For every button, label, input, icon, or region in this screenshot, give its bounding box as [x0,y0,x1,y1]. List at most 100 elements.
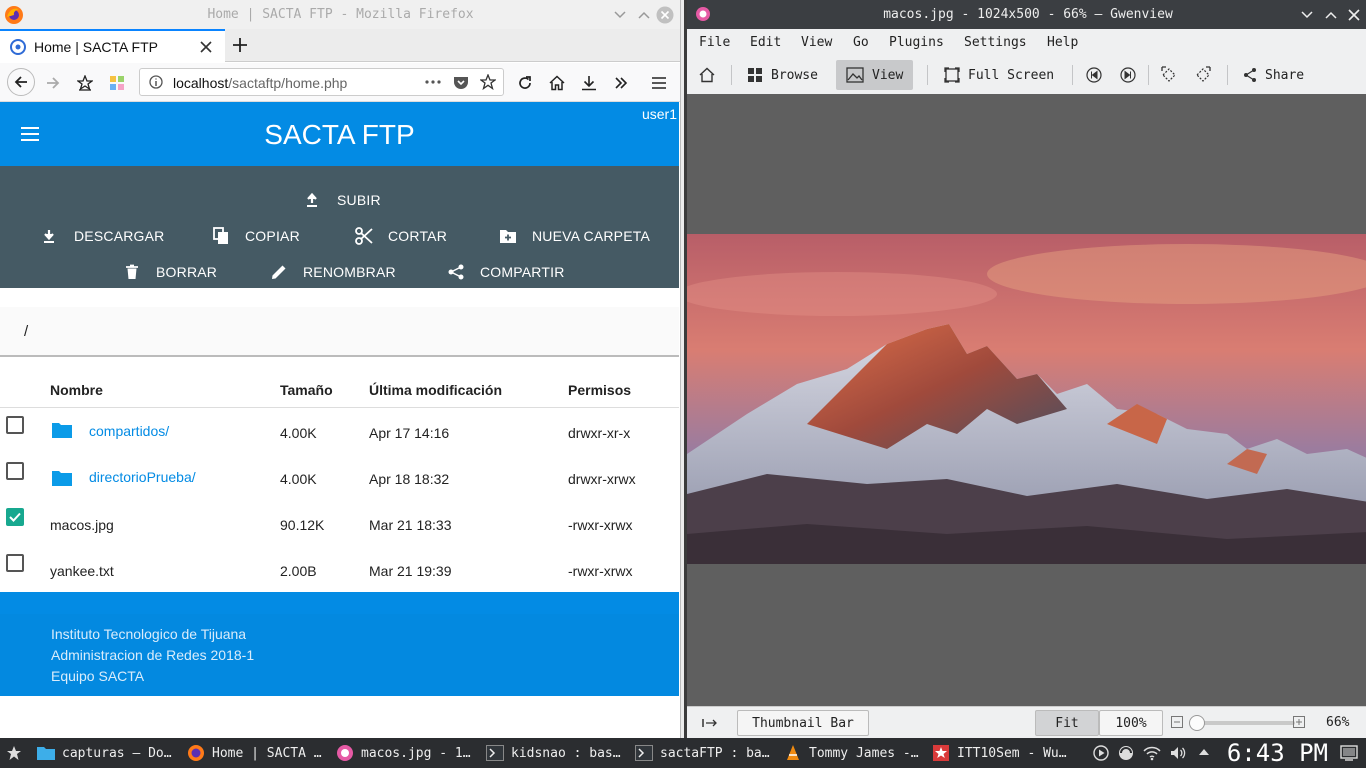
close-button[interactable] [655,5,675,25]
copy-button[interactable]: COPIAR [213,224,300,248]
toggle-sidebar-button[interactable] [690,710,730,736]
zoom-fit-button[interactable]: Fit [1035,710,1099,736]
menu-edit[interactable]: Edit [750,35,781,50]
show-desktop-icon[interactable] [1340,744,1358,762]
bookmarks-icon[interactable] [73,71,97,95]
clock[interactable]: 6:43 PM [1227,738,1328,768]
table-row[interactable]: directorioPrueba/ 4.00K Apr 18 18:32 drw… [0,455,679,501]
table-row[interactable]: yankee.txt 2.00B Mar 21 19:39 -rwxr-xrwx [0,547,679,593]
full-screen-button[interactable]: Full Screen [944,60,1054,90]
pocket-icon[interactable] [453,74,469,90]
bookmark-star-icon[interactable] [480,74,496,90]
task-terminal-2[interactable]: sactaFTP : ba… [634,740,778,766]
forward-icon[interactable] [41,71,65,95]
app-launcher-icon[interactable] [6,745,22,761]
row-checkbox[interactable] [6,508,24,526]
column-header-permissions[interactable]: Permisos [568,382,631,398]
zoom-in-icon[interactable] [1293,716,1305,728]
rotate-right-button[interactable] [1194,60,1212,90]
minimize-button[interactable] [1297,5,1317,25]
table-row[interactable]: compartidos/ 4.00K Apr 17 14:16 drwxr-xr… [0,409,679,455]
extension-icon[interactable] [105,71,129,95]
file-name-link[interactable]: directorioPrueba/ [89,469,196,485]
full-screen-label: Full Screen [968,67,1055,83]
file-name-link[interactable]: compartidos/ [89,423,169,439]
image-icon [846,67,864,83]
zoom-slider-handle[interactable] [1189,715,1205,731]
view-button[interactable]: View [836,60,914,90]
share-button[interactable]: COMPARTIR [448,260,565,284]
media-player-icon[interactable] [1093,745,1109,761]
image-viewport[interactable] [687,94,1366,706]
browse-button[interactable]: Browse [747,60,818,90]
task-wunderlist[interactable]: ITT10Sem - Wu… [931,740,1075,766]
column-header-modified[interactable]: Última modificación [369,382,502,398]
share-button[interactable]: Share [1243,60,1304,90]
user-label[interactable]: user1 [642,106,677,122]
menu-file[interactable]: File [699,35,730,50]
column-header-size[interactable]: Tamaño [280,382,333,398]
folder-icon [51,421,73,439]
thumbnail-bar-button[interactable]: Thumbnail Bar [737,710,869,736]
file-name[interactable]: yankee.txt [50,563,114,579]
task-firefox[interactable]: Home | SACTA … [186,740,330,766]
home-button[interactable] [699,60,715,90]
reload-icon[interactable] [513,71,537,95]
downloads-icon[interactable] [577,71,601,95]
rotate-left-button[interactable] [1160,60,1178,90]
task-gwenview[interactable]: macos.jpg - 1… [335,740,479,766]
minimize-button[interactable] [610,5,630,25]
row-checkbox[interactable] [6,416,24,434]
next-button[interactable] [1120,60,1136,90]
maximize-button[interactable] [1321,5,1341,25]
copy-label: COPIAR [245,228,300,244]
row-checkbox[interactable] [6,462,24,480]
menu-plugins[interactable]: Plugins [889,35,944,50]
cut-button[interactable]: CORTAR [355,224,447,248]
page-actions-icon[interactable] [425,80,441,84]
toolbar-separator [1148,65,1149,85]
previous-button[interactable] [1086,60,1102,90]
volume-icon[interactable] [1170,745,1186,761]
zoom-out-icon[interactable] [1171,716,1183,728]
zoom-100-button[interactable]: 100% [1099,710,1163,736]
home-icon[interactable] [545,71,569,95]
menu-go[interactable]: Go [853,35,869,50]
info-icon[interactable] [149,75,163,89]
tab-close-icon[interactable] [199,40,213,54]
rename-button[interactable]: RENOMBRAR [271,260,396,284]
row-checkbox[interactable] [6,554,24,572]
hamburger-menu-icon[interactable] [647,71,671,95]
task-terminal-1[interactable]: kidsnao : bas… [485,740,629,766]
rename-label: RENOMBRAR [303,264,396,280]
file-name[interactable]: macos.jpg [50,517,114,533]
menu-view[interactable]: View [801,35,832,50]
current-path[interactable]: / [24,323,28,340]
task-file-manager[interactable]: capturas — Do… [36,740,180,766]
toolbar-separator [927,65,928,85]
maximize-button[interactable] [634,5,654,25]
zoom-slider[interactable] [1189,715,1295,731]
share-icon [1243,67,1257,83]
delete-button[interactable]: BORRAR [125,260,217,284]
system-status-icon[interactable] [1118,745,1134,761]
tab-home[interactable]: Home | SACTA FTP [0,29,225,62]
task-vlc[interactable]: Tommy James -… [783,740,927,766]
close-button[interactable] [1344,5,1364,25]
back-icon[interactable] [7,68,35,96]
column-header-name[interactable]: Nombre [50,382,103,398]
table-row[interactable]: macos.jpg 90.12K Mar 21 18:33 -rwxr-xrwx [0,501,679,547]
new-tab-icon[interactable] [232,37,248,53]
menu-settings[interactable]: Settings [964,35,1027,50]
overflow-chevron-icon[interactable] [609,71,633,95]
wifi-icon[interactable] [1143,745,1161,761]
new-folder-button[interactable]: NUEVA CARPETA [499,224,650,248]
vlc-cone-icon [783,743,803,763]
download-button[interactable]: DESCARGAR [42,224,164,248]
upload-button[interactable]: SUBIR [305,188,381,212]
tray-expand-icon[interactable] [1198,748,1210,756]
task-label: Home | SACTA … [212,745,322,761]
url-bar[interactable]: localhost/sactaftp/home.php [139,68,504,96]
menu-help[interactable]: Help [1047,35,1078,50]
url-path: /sactaftp/home.php [228,75,348,91]
